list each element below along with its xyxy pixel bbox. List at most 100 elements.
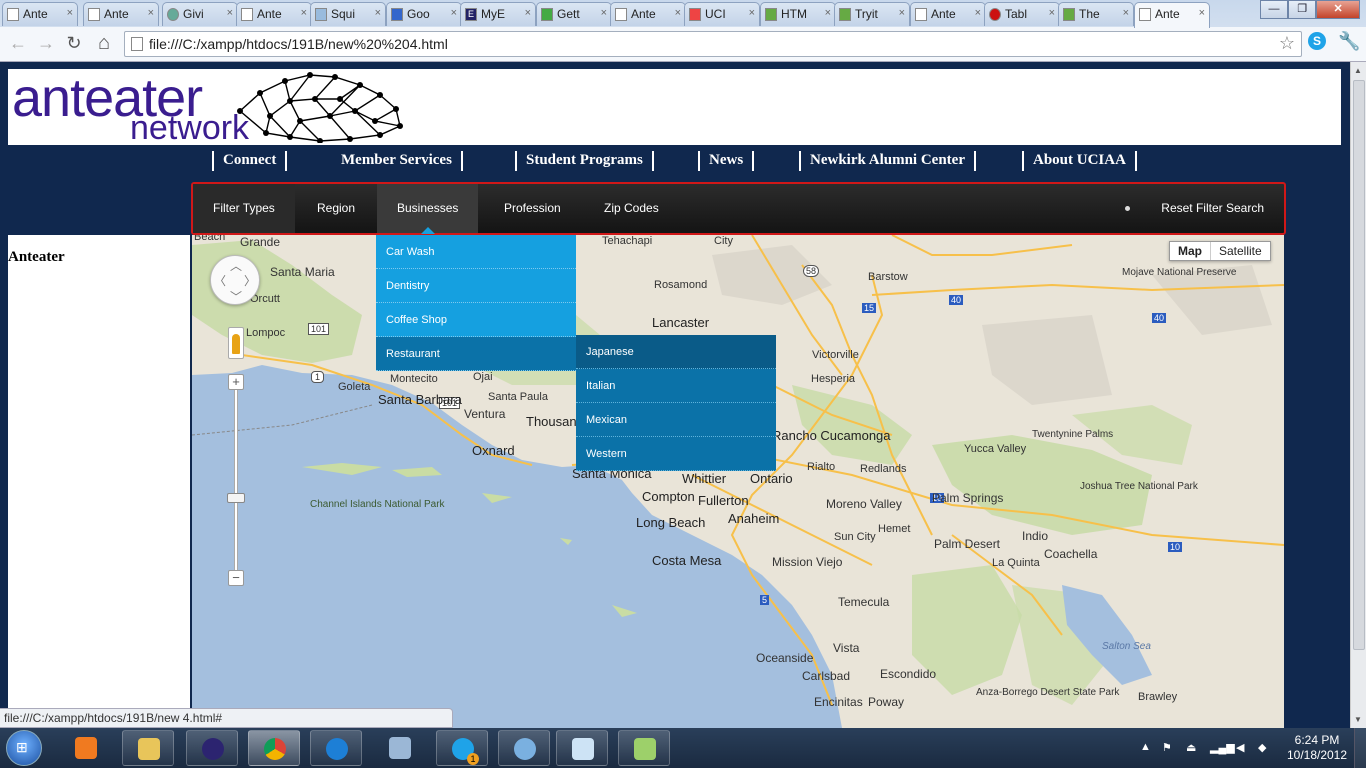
- address-bar[interactable]: file:///C:/xampp/htdocs/191B/new%20%204.…: [124, 31, 1302, 57]
- reset-filter-search-button[interactable]: Reset Filter Search: [1141, 184, 1284, 233]
- zip-codes-tab[interactable]: Zip Codes: [584, 184, 679, 233]
- zoom-slider-thumb[interactable]: [227, 493, 245, 503]
- wrench-menu-icon[interactable]: 🔧: [1338, 31, 1360, 52]
- show-desktop-button[interactable]: [1354, 728, 1366, 768]
- browser-tab[interactable]: Tryit ×: [834, 2, 910, 26]
- pan-up-icon[interactable]: ︿: [230, 257, 242, 274]
- minimize-button[interactable]: —: [1260, 0, 1289, 19]
- taskbar-notepadpp[interactable]: [618, 730, 670, 766]
- skype-extension-icon[interactable]: S: [1308, 32, 1326, 50]
- browser-tab[interactable]: Squi ×: [310, 2, 386, 26]
- browser-tab[interactable]: Ante ×: [83, 2, 159, 26]
- tab-close-icon[interactable]: ×: [148, 7, 154, 19]
- page-scrollbar[interactable]: ▲ ▼: [1350, 62, 1366, 728]
- taskbar-winamp[interactable]: [374, 730, 426, 766]
- reload-button[interactable]: ↻: [62, 32, 86, 56]
- system-clock[interactable]: 6:24 PM 10/18/2012: [1282, 733, 1352, 763]
- browser-tab[interactable]: Givi ×: [162, 2, 238, 26]
- map-type-map-button[interactable]: Map: [1170, 242, 1211, 260]
- taskbar-ie[interactable]: [310, 730, 362, 766]
- action-center-icon[interactable]: ⚑: [1162, 741, 1172, 754]
- dropbox-icon[interactable]: ◆: [1258, 741, 1266, 754]
- tab-close-icon[interactable]: ×: [975, 7, 981, 19]
- nav-about-uciaa[interactable]: About UCIAA: [1022, 151, 1137, 171]
- browser-tab-active[interactable]: Ante ×: [1134, 2, 1210, 28]
- browser-tab[interactable]: Ante ×: [236, 2, 312, 26]
- zoom-slider-track[interactable]: [234, 381, 238, 579]
- usb-icon[interactable]: ⏏: [1186, 741, 1196, 754]
- volume-icon[interactable]: ◀: [1236, 741, 1244, 754]
- tab-close-icon[interactable]: ×: [451, 7, 457, 19]
- tab-close-icon[interactable]: ×: [601, 7, 607, 19]
- nav-newkirk-alumni-center[interactable]: Newkirk Alumni Center: [799, 151, 976, 171]
- filter-types-tab[interactable]: Filter Types: [193, 184, 295, 233]
- menu-item-japanese[interactable]: Japanese: [576, 335, 776, 369]
- browser-tab[interactable]: Goo ×: [386, 2, 462, 26]
- network-signal-icon[interactable]: ▂▄▆: [1210, 741, 1235, 754]
- taskbar-notepad[interactable]: [556, 730, 608, 766]
- menu-item-restaurant[interactable]: Restaurant: [376, 337, 576, 371]
- taskbar-notifier[interactable]: [498, 730, 550, 766]
- menu-item-coffee-shop[interactable]: Coffee Shop: [376, 303, 576, 337]
- nav-news[interactable]: News: [698, 151, 755, 171]
- taskbar-explorer[interactable]: [122, 730, 174, 766]
- menu-item-mexican[interactable]: Mexican: [576, 403, 776, 437]
- taskbar-media-player[interactable]: [60, 730, 112, 766]
- menu-item-car-wash[interactable]: Car Wash: [376, 235, 576, 269]
- tab-close-icon[interactable]: ×: [675, 7, 681, 19]
- tab-close-icon[interactable]: ×: [301, 7, 307, 19]
- tab-close-icon[interactable]: ×: [749, 7, 755, 19]
- tab-close-icon[interactable]: ×: [825, 7, 831, 19]
- browser-tab[interactable]: HTM ×: [760, 2, 836, 26]
- taskbar-skype[interactable]: 1: [436, 730, 488, 766]
- street-view-pegman-icon[interactable]: [228, 327, 244, 359]
- taskbar-eclipse[interactable]: [186, 730, 238, 766]
- scrollbar-thumb[interactable]: [1353, 80, 1365, 650]
- tab-close-icon[interactable]: ×: [227, 7, 233, 19]
- start-button[interactable]: ⊞: [6, 730, 42, 766]
- tab-close-icon[interactable]: ×: [1049, 7, 1055, 19]
- region-tab[interactable]: Region: [297, 184, 375, 233]
- scroll-up-icon[interactable]: ▲: [1354, 66, 1362, 75]
- browser-tab[interactable]: Ante ×: [910, 2, 986, 26]
- browser-tab[interactable]: UCI ×: [684, 2, 760, 26]
- menu-item-italian[interactable]: Italian: [576, 369, 776, 403]
- tab-close-icon[interactable]: ×: [525, 7, 531, 19]
- browser-tab[interactable]: Ante ×: [2, 2, 78, 26]
- profession-tab[interactable]: Profession: [484, 184, 581, 233]
- pan-left-icon[interactable]: 〈: [214, 272, 226, 289]
- pan-right-icon[interactable]: 〉: [244, 272, 256, 289]
- menu-item-western[interactable]: Western: [576, 437, 776, 471]
- maximize-button[interactable]: ❐: [1288, 0, 1317, 19]
- tab-close-icon[interactable]: ×: [375, 7, 381, 19]
- zoom-in-button[interactable]: +: [228, 374, 244, 390]
- browser-tab[interactable]: Ante ×: [610, 2, 686, 26]
- forward-button[interactable]: →: [34, 32, 58, 56]
- zoom-out-button[interactable]: −: [228, 570, 244, 586]
- tab-close-icon[interactable]: ×: [1123, 7, 1129, 19]
- nav-student-programs[interactable]: Student Programs: [515, 151, 654, 171]
- home-button[interactable]: ⌂: [92, 32, 116, 56]
- menu-item-dentistry[interactable]: Dentistry: [376, 269, 576, 303]
- tab-close-icon[interactable]: ×: [899, 7, 905, 19]
- taskbar-chrome[interactable]: [248, 730, 300, 766]
- browser-tab[interactable]: E MyE ×: [460, 2, 536, 26]
- map-type-satellite-button[interactable]: Satellite: [1211, 242, 1270, 260]
- businesses-tab[interactable]: Businesses: [377, 184, 479, 234]
- tab-close-icon[interactable]: ×: [1199, 7, 1205, 19]
- tab-close-icon[interactable]: ×: [67, 7, 73, 19]
- pan-down-icon[interactable]: ﹀: [230, 288, 242, 305]
- browser-tab[interactable]: The ×: [1058, 2, 1134, 26]
- browser-tab[interactable]: Tabl ×: [984, 2, 1060, 26]
- google-map[interactable]: 101 1 101 58 15 40 40 10 10 5 Beach Gran…: [192, 235, 1284, 728]
- browser-tab[interactable]: Gett ×: [536, 2, 612, 26]
- nav-member-services[interactable]: Member Services: [332, 151, 463, 171]
- tray-expand-arrow[interactable]: ▲: [1140, 741, 1151, 753]
- scroll-down-icon[interactable]: ▼: [1354, 715, 1362, 724]
- close-button[interactable]: ✕: [1316, 0, 1360, 19]
- pan-control[interactable]: ︿ ﹀ 〈 〉: [210, 255, 260, 305]
- nav-connect[interactable]: Connect: [212, 151, 288, 171]
- bookmark-star-icon[interactable]: ☆: [1279, 33, 1295, 54]
- url-text[interactable]: file:///C:/xampp/htdocs/191B/new%20%204.…: [149, 36, 448, 52]
- back-button[interactable]: ←: [6, 32, 30, 56]
